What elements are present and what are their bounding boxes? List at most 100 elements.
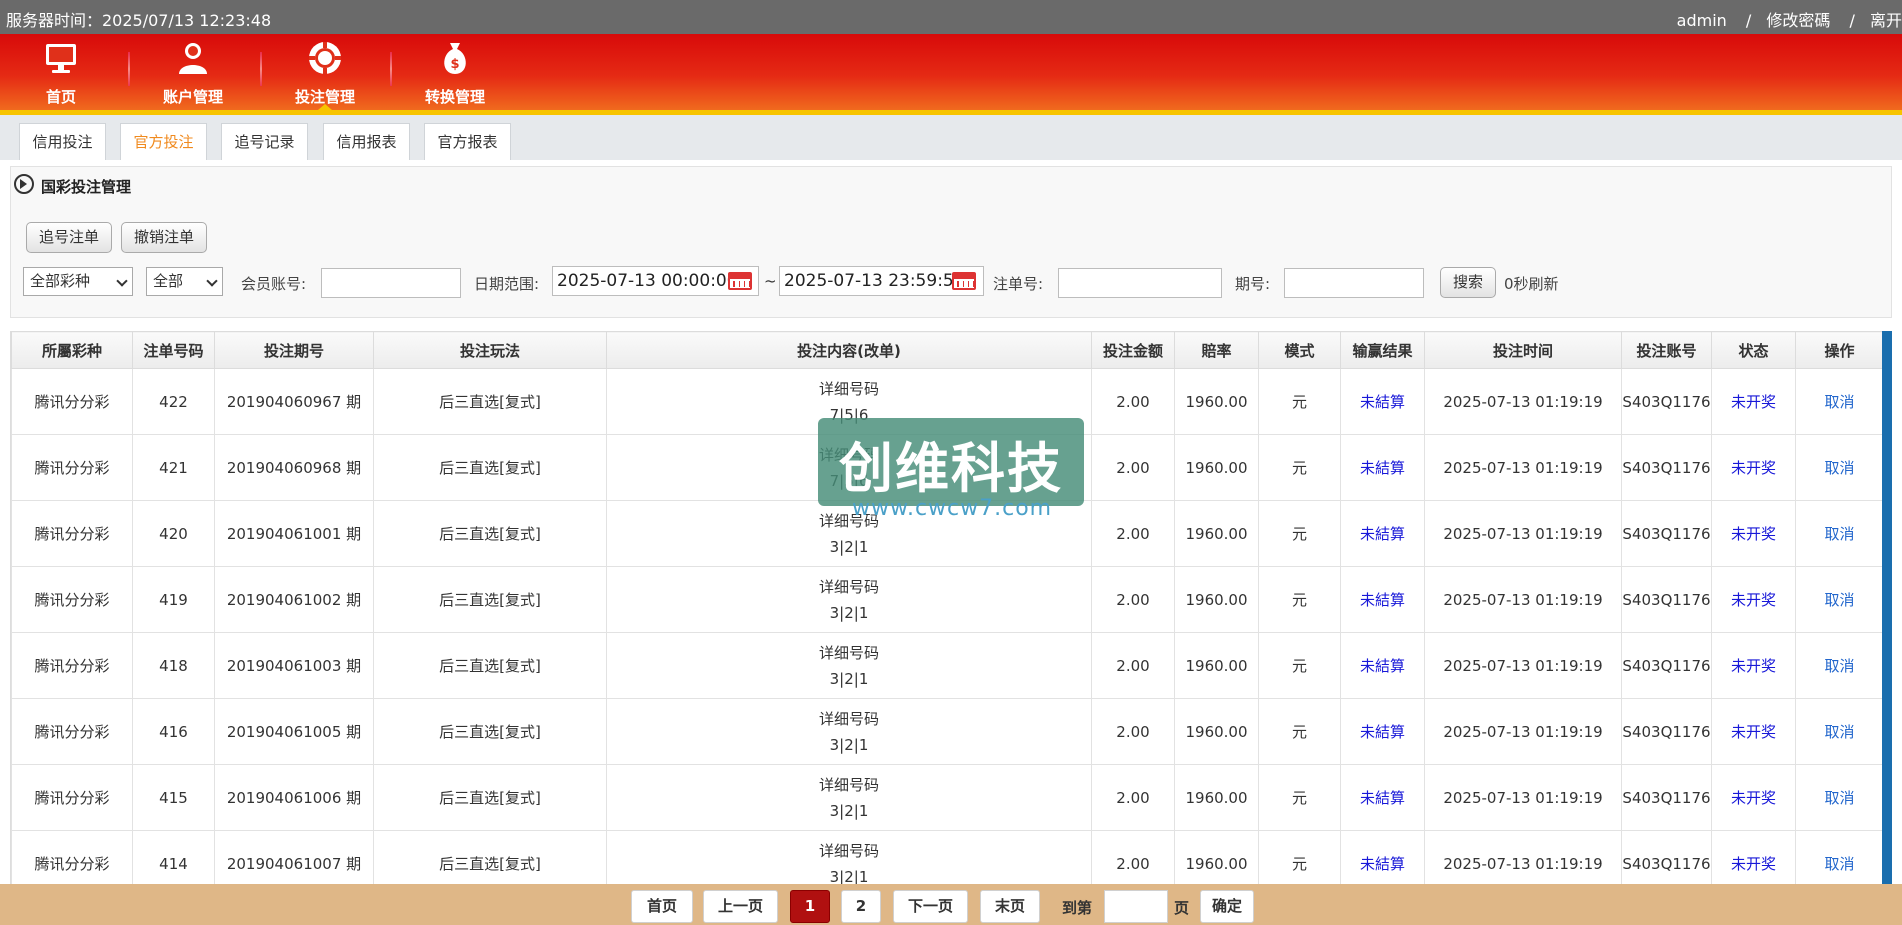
bet-time-cell: 2025-07-13 01:19:19 (1424, 368, 1622, 435)
prev-page-button[interactable]: 上一页 (703, 890, 778, 923)
mode-cell: 元 (1258, 500, 1341, 567)
status-link[interactable]: 未开奖 (1711, 368, 1796, 435)
order-number-cell: 419 (132, 566, 215, 633)
status-link[interactable]: 未开奖 (1711, 500, 1796, 567)
status-link[interactable]: 未开奖 (1711, 632, 1796, 699)
tab-credit-bet[interactable]: 信用投注 (19, 123, 106, 160)
mode-cell: 元 (1258, 566, 1341, 633)
column-header: 输赢结果 (1340, 331, 1425, 369)
logout-link[interactable]: 离开 (1870, 11, 1902, 30)
amount-cell: 2.00 (1091, 500, 1175, 567)
page-1-button[interactable]: 1 (790, 890, 830, 923)
cancel-link[interactable]: 取消 (1795, 632, 1882, 699)
bet-time-cell: 2025-07-13 01:19:19 (1424, 566, 1622, 633)
result-link[interactable]: 未結算 (1340, 434, 1425, 501)
account-cell: S403Q1176 (1621, 698, 1712, 765)
goto-page-input[interactable] (1104, 890, 1168, 923)
date-range-label: 日期范围: (474, 275, 540, 293)
result-link[interactable]: 未結算 (1340, 830, 1425, 884)
status-link[interactable]: 未开奖 (1711, 698, 1796, 765)
member-account-input[interactable] (321, 268, 461, 298)
mode-cell: 元 (1258, 698, 1341, 765)
bet-numbers: 3|2|1 (829, 669, 869, 688)
result-link[interactable]: 未結算 (1340, 764, 1425, 831)
detail-label[interactable]: 详细号码 (607, 772, 1091, 798)
last-page-button[interactable]: 末页 (980, 890, 1040, 923)
chase-orders-button[interactable]: 追号注单 (26, 222, 112, 253)
result-link[interactable]: 未結算 (1340, 698, 1425, 765)
result-link[interactable]: 未結算 (1340, 368, 1425, 435)
select-value: 全部彩种 (30, 272, 91, 290)
scrollbar[interactable] (1882, 331, 1892, 884)
nav-item-betting[interactable]: 投注管理 (270, 34, 380, 110)
result-link[interactable]: 未結算 (1340, 566, 1425, 633)
nav-item-home[interactable]: 首页 (6, 34, 116, 110)
cancel-link[interactable]: 取消 (1795, 566, 1882, 633)
nav-label: 转换管理 (424, 88, 485, 106)
detail-label[interactable]: 详细号码 (607, 640, 1091, 666)
detail-label[interactable]: 详细号码 (607, 838, 1091, 864)
status-select[interactable]: 全部 (146, 267, 223, 296)
calendar-icon[interactable] (728, 272, 752, 290)
column-header: 投注内容(改单) (606, 331, 1092, 369)
column-header: 状态 (1711, 331, 1796, 369)
period-cell: 201904061001 期 (214, 500, 374, 567)
account-cell: S403Q1176 (1621, 434, 1712, 501)
bet-content-cell: 详细号码 3|2|1 (606, 566, 1092, 633)
lottery-cell: 腾讯分分彩 (11, 698, 133, 765)
cancel-link[interactable]: 取消 (1795, 500, 1882, 567)
tab-chase-record[interactable]: 追号记录 (221, 123, 308, 160)
bet-time-cell: 2025-07-13 01:19:19 (1424, 698, 1622, 765)
amount-cell: 2.00 (1091, 632, 1175, 699)
nav-item-transfer[interactable]: $ 转换管理 (400, 34, 510, 110)
table-row: 腾讯分分彩 416 201904061005 期后三直选[复式] 详细号码 3|2|1 2… (11, 698, 1882, 765)
status-link[interactable]: 未开奖 (1711, 764, 1796, 831)
goto-label: 到第 (1062, 899, 1093, 917)
amount-cell: 2.00 (1091, 368, 1175, 435)
table-row: 腾讯分分彩 414 201904061007 期后三直选[复式] 详细号码 3|2|1 2… (11, 830, 1882, 884)
cancel-orders-button[interactable]: 撤销注单 (121, 222, 207, 253)
status-link[interactable]: 未开奖 (1711, 434, 1796, 501)
calendar-icon[interactable] (952, 272, 976, 290)
column-header: 模式 (1258, 331, 1341, 369)
mode-cell: 元 (1258, 830, 1341, 884)
result-link[interactable]: 未結算 (1340, 500, 1425, 567)
first-page-button[interactable]: 首页 (631, 890, 693, 923)
status-link[interactable]: 未开奖 (1711, 566, 1796, 633)
tab-official-bet[interactable]: 官方投注 (120, 123, 207, 160)
tab-official-report[interactable]: 官方报表 (424, 123, 511, 160)
date-separator: ~ (764, 272, 777, 290)
search-button[interactable]: 搜索 (1440, 267, 1496, 298)
period-label: 期号: (1235, 275, 1271, 293)
chevron-down-icon (206, 275, 218, 287)
lottery-type-select[interactable]: 全部彩种 (23, 267, 133, 296)
nav-item-account[interactable]: 账户管理 (138, 34, 248, 110)
period-input[interactable] (1284, 268, 1424, 298)
tab-credit-report[interactable]: 信用报表 (323, 123, 410, 160)
column-header: 操作 (1795, 331, 1882, 369)
cancel-link[interactable]: 取消 (1795, 830, 1882, 884)
odds-cell: 1960.00 (1174, 434, 1259, 501)
odds-cell: 1960.00 (1174, 566, 1259, 633)
change-password-link[interactable]: 修改密碼 (1766, 11, 1830, 30)
nav-divider (128, 52, 130, 86)
confirm-goto-button[interactable]: 确定 (1200, 890, 1254, 923)
server-time: 服务器时间：2025/07/13 12:23:48 (6, 11, 272, 30)
bet-content-cell: 详细号码 3|2|1 (606, 764, 1092, 831)
status-link[interactable]: 未开奖 (1711, 830, 1796, 884)
page-2-button[interactable]: 2 (841, 890, 881, 923)
bet-content-cell: 详细号码 3|2|1 (606, 830, 1092, 884)
cancel-link[interactable]: 取消 (1795, 698, 1882, 765)
next-page-button[interactable]: 下一页 (893, 890, 968, 923)
cancel-link[interactable]: 取消 (1795, 764, 1882, 831)
order-number-input[interactable] (1058, 268, 1222, 298)
play-type-cell: 后三直选[复式] (373, 500, 607, 567)
result-link[interactable]: 未結算 (1340, 632, 1425, 699)
cancel-link[interactable]: 取消 (1795, 434, 1882, 501)
cancel-link[interactable]: 取消 (1795, 368, 1882, 435)
detail-label[interactable]: 详细号码 (607, 574, 1091, 600)
detail-label[interactable]: 详细号码 (607, 706, 1091, 732)
detail-label[interactable]: 详细号码 (607, 376, 1091, 402)
period-cell: 201904061005 期 (214, 698, 374, 765)
play-type-cell: 后三直选[复式] (373, 698, 607, 765)
